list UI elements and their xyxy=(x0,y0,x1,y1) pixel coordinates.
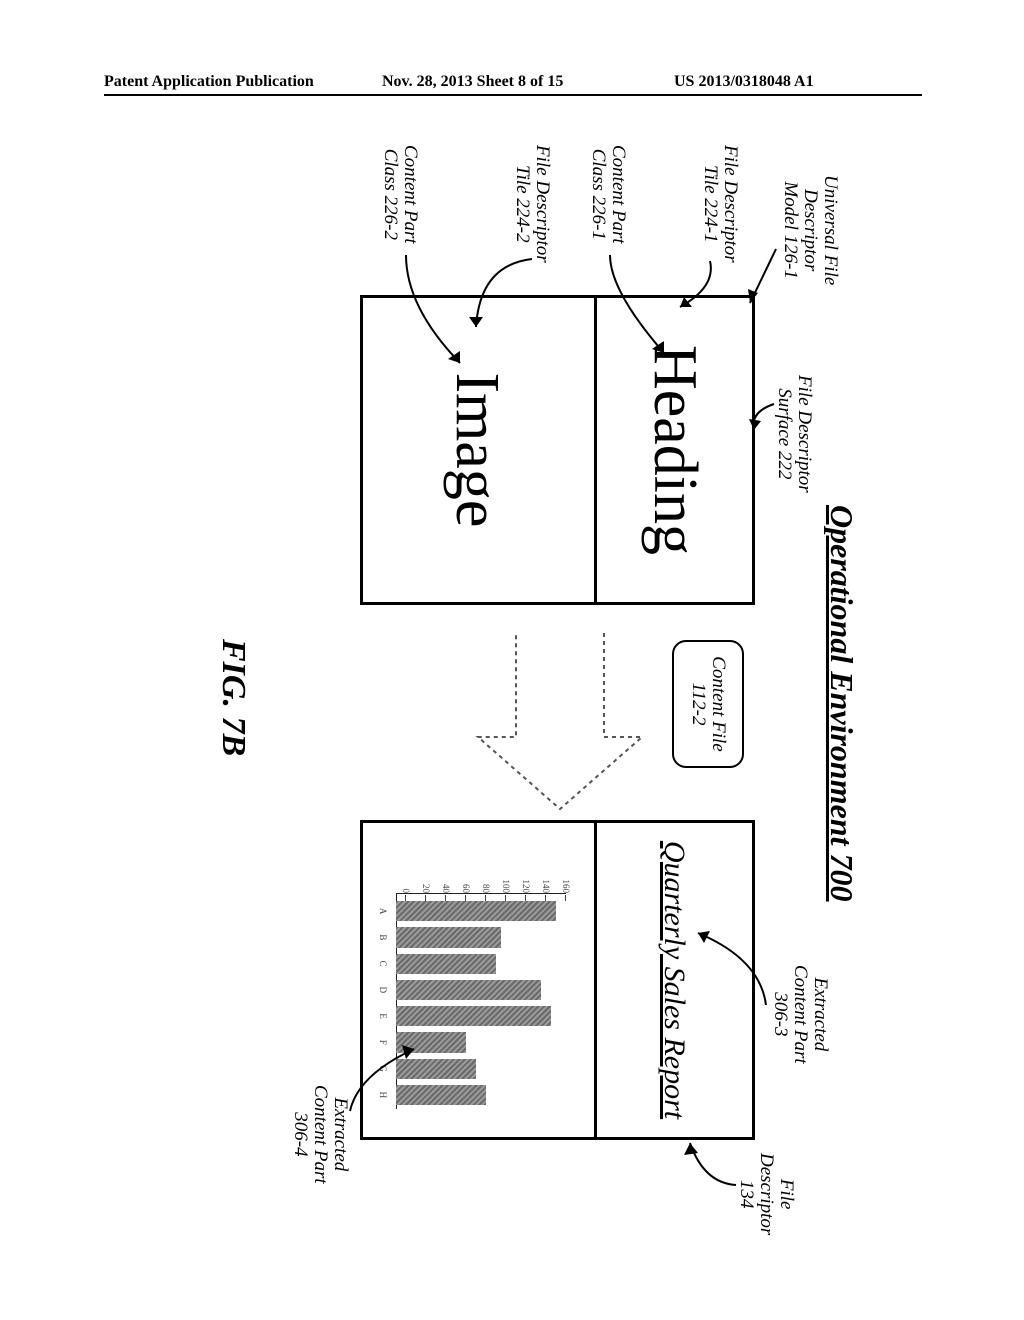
chart-y-tick: 100 xyxy=(501,877,511,893)
arrow-fds xyxy=(748,400,778,440)
figure-panel: Operational Environment 700 Heading Imag… xyxy=(140,145,860,1245)
content-file-box: Content File 112-2 xyxy=(672,640,744,768)
chart-bar xyxy=(396,954,496,974)
callout-fds: File Descriptor Surface 222 xyxy=(774,375,814,493)
arrow-cpc1 xyxy=(600,251,670,361)
header-left: Patent Application Publication xyxy=(104,73,314,91)
diagram-canvas: Operational Environment 700 Heading Imag… xyxy=(140,145,860,1245)
arrow-ufdm xyxy=(740,245,780,315)
callout-fdt1: File Descriptor Tile 224-1 xyxy=(700,145,740,263)
chart-x-tick: C xyxy=(378,954,388,974)
chart-y-tick: 60 xyxy=(461,877,471,893)
tile-heading-label: Heading xyxy=(639,345,710,555)
page: Patent Application Publication Nov. 28, … xyxy=(0,0,1024,1320)
chart-bar xyxy=(396,927,501,947)
chart-x-tick: A xyxy=(378,901,388,921)
transform-arrow-icon xyxy=(470,627,650,817)
callout-ecp3: Extracted Content Part 306-3 xyxy=(770,965,830,1064)
header-rule xyxy=(104,94,922,96)
arrow-fdt2 xyxy=(468,255,538,335)
chart-bar xyxy=(396,1006,551,1026)
chart-x-tick: D xyxy=(378,980,388,1000)
chart-y-tick: 80 xyxy=(481,877,491,893)
content-file-label: Content File 112-2 xyxy=(688,642,728,766)
arrow-fdt1 xyxy=(670,257,720,317)
chart-y-axis xyxy=(396,893,566,894)
diagram-title: Operational Environment 700 xyxy=(823,505,860,902)
chart-x-tick: E xyxy=(378,1006,388,1026)
arrow-ecp3 xyxy=(690,925,770,1015)
chart-y-tick: 40 xyxy=(441,877,451,893)
arrow-fd134 xyxy=(680,1135,740,1195)
header-middle: Nov. 28, 2013 Sheet 8 of 15 xyxy=(382,73,563,91)
chart-bar xyxy=(396,901,556,921)
callout-ufdm: Universal File Descriptor Model 126-1 xyxy=(780,175,840,285)
chart-y-tick: 0 xyxy=(401,877,411,893)
arrow-ecp4 xyxy=(342,1041,422,1121)
callout-cpc2: Content Part Class 226-2 xyxy=(380,145,420,244)
callout-fd134: File Descriptor 134 xyxy=(736,1153,796,1235)
tile-image: Image xyxy=(360,298,594,602)
figure-label: FIG. 7B xyxy=(214,639,252,756)
callout-fdt2: File Descriptor Tile 224-2 xyxy=(512,145,552,263)
chart-y-tick: 20 xyxy=(421,877,431,893)
chart-x-tick: B xyxy=(378,927,388,947)
callout-cpc1: Content Part Class 226-1 xyxy=(588,145,628,244)
chart-y-tick: 160 xyxy=(561,877,571,893)
tile-image-label: Image xyxy=(442,373,513,528)
instance-title-text: Quarterly Sales Report xyxy=(658,841,692,1119)
chart-y-tick: 120 xyxy=(521,877,531,893)
chart-bar xyxy=(396,980,541,1000)
arrow-cpc2 xyxy=(398,251,468,371)
header-right: US 2013/0318048 A1 xyxy=(674,73,814,91)
chart-y-tick: 140 xyxy=(541,877,551,893)
